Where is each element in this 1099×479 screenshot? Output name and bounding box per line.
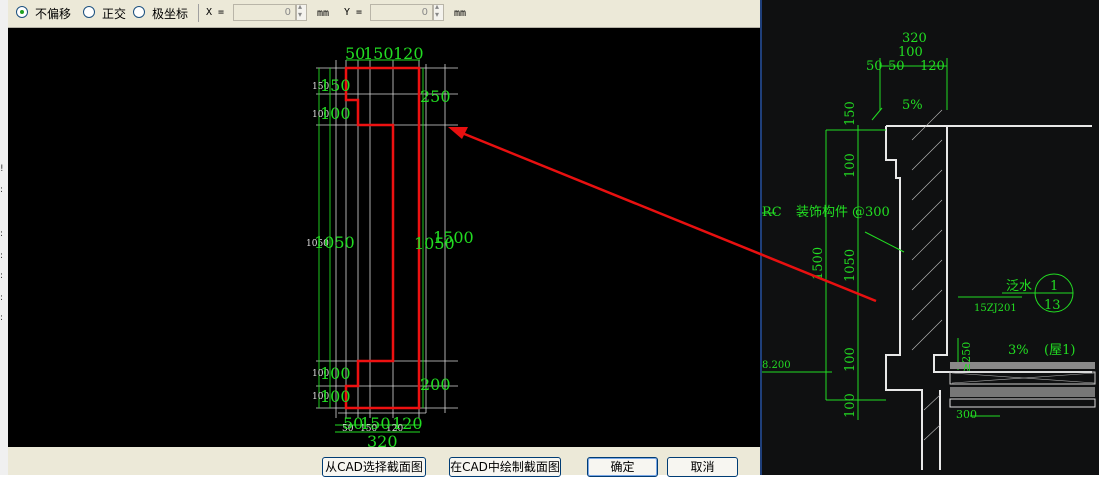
annotation-arrow-head — [448, 127, 468, 139]
annotation-arrow-layer — [448, 127, 877, 303]
annotation-arrow-line — [461, 131, 877, 303]
